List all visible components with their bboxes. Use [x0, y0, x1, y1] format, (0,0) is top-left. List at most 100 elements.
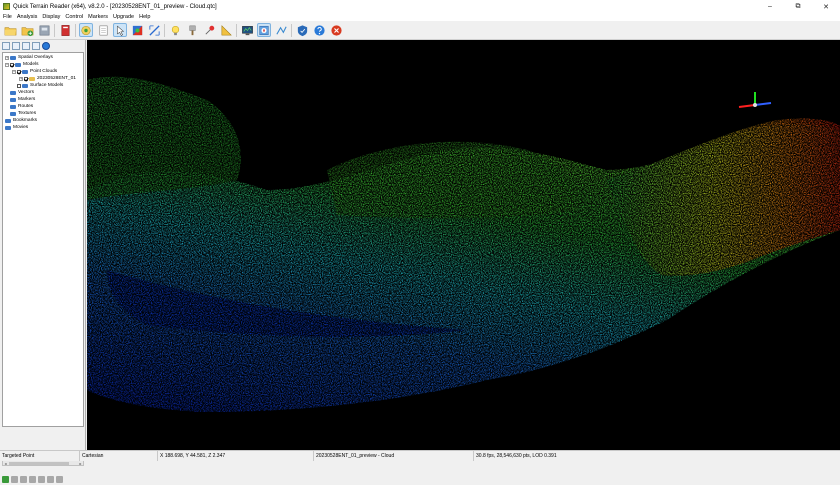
measure-icon — [148, 24, 160, 36]
lighting-button[interactable] — [168, 23, 182, 37]
open-folder-button[interactable] — [3, 23, 17, 37]
folder-icon — [10, 111, 16, 116]
file-icon — [39, 25, 49, 35]
menu-help[interactable]: Help — [139, 14, 150, 20]
path-icon — [275, 26, 287, 34]
add-folder-button[interactable] — [20, 23, 34, 37]
models-checkbox[interactable] — [10, 62, 14, 67]
gizmo-center[interactable] — [753, 103, 757, 107]
tree-item-label: Markers — [18, 97, 36, 102]
menu-upgrade[interactable]: Upgrade — [113, 14, 134, 20]
panel-move-up-icon[interactable] — [11, 476, 18, 483]
tree-item-label: Vectors — [18, 90, 34, 95]
surface-models-checkbox[interactable] — [17, 83, 21, 88]
tree-item-dataset[interactable]: + 20230528ENT_01 — [19, 75, 76, 82]
ruler-icon — [221, 24, 232, 35]
monitor-icon — [241, 25, 253, 35]
status-render-stats: 30.8 fps, 28,546,630 pts, LOD 0.391 — [476, 453, 557, 459]
help-button[interactable] — [312, 23, 326, 37]
pointer-button[interactable] — [113, 23, 127, 37]
folder-icon — [10, 90, 16, 95]
menu-display[interactable]: Display — [42, 14, 60, 20]
panel-info-icon[interactable] — [42, 42, 50, 50]
tree-item-vectors[interactable]: Vectors — [10, 89, 34, 96]
status-dataset: 20230528ENT_01_preview - Cloud — [314, 451, 474, 461]
compass-button[interactable] — [257, 23, 271, 37]
tree-item-models[interactable]: − Models — [5, 61, 38, 68]
panel-move-down-icon[interactable] — [20, 476, 27, 483]
palette-icon — [132, 25, 142, 35]
tree-item-point-clouds[interactable]: − Point Clouds — [12, 68, 57, 75]
panel-export-icon[interactable] — [47, 476, 54, 483]
panel-view-icon[interactable] — [2, 42, 10, 50]
shield-button[interactable] — [295, 23, 309, 37]
menu-file[interactable]: File — [3, 14, 12, 20]
monitor-button[interactable] — [240, 23, 254, 37]
panel-properties-icon[interactable] — [38, 476, 45, 483]
brush-button[interactable] — [185, 23, 199, 37]
page-button[interactable] — [96, 23, 110, 37]
folder-icon — [10, 104, 16, 109]
compass-icon — [259, 25, 269, 35]
tree-item-label: Textures — [18, 111, 37, 116]
expand-icon[interactable]: + — [19, 76, 23, 81]
panel-copy-icon[interactable] — [32, 42, 40, 50]
tree-item-textures[interactable]: Textures — [10, 110, 36, 117]
folder-icon — [10, 97, 16, 102]
panel-close-icon[interactable] — [56, 476, 63, 483]
point-cloud-viewport[interactable] — [87, 40, 840, 450]
panel-add-icon[interactable] — [22, 42, 30, 50]
hand-icon — [81, 25, 91, 35]
pin-icon — [204, 25, 214, 35]
file-button[interactable] — [37, 23, 51, 37]
stop-button[interactable] — [329, 23, 343, 37]
collapse-icon[interactable]: − — [12, 69, 16, 74]
scroll-right-icon[interactable]: ▸ — [78, 461, 83, 466]
palette-button[interactable] — [130, 23, 144, 37]
tree-item-label: Models — [23, 62, 39, 67]
point-cloud-canvas[interactable] — [87, 40, 840, 450]
add-folder-icon — [21, 26, 33, 36]
collapse-icon[interactable]: − — [5, 62, 9, 67]
ruler-button[interactable] — [219, 23, 233, 37]
panel-toolbar — [2, 42, 52, 51]
point-clouds-checkbox[interactable] — [17, 69, 21, 74]
minimize-button[interactable]: – — [756, 0, 784, 13]
menu-analysis[interactable]: Analysis — [17, 14, 37, 20]
tree-item-bookmarks[interactable]: Bookmarks — [5, 117, 37, 124]
scroll-left-icon[interactable]: ◂ — [3, 461, 8, 466]
tree-item-markers[interactable]: Markers — [10, 96, 35, 103]
maximize-button[interactable]: ⧉ — [784, 0, 812, 13]
status-bar: Targeted Point Cartesian X 188.698, Y 44… — [0, 450, 840, 461]
tree-item-surface-models[interactable]: Surface Models — [17, 82, 63, 89]
panel-list-icon[interactable] — [12, 42, 20, 50]
tree-item-label: Point Clouds — [30, 69, 58, 74]
layer-tree: + Spatial Overlays − Models − Point Clou… — [2, 52, 84, 427]
book-button[interactable] — [58, 23, 72, 37]
hand-tool-button[interactable] — [79, 23, 93, 37]
toolbar-separator — [291, 23, 292, 37]
stop-icon — [330, 24, 342, 36]
cloud-file-icon — [29, 76, 35, 81]
close-button[interactable]: ✕ — [812, 0, 840, 13]
folder-icon — [15, 62, 21, 67]
window-controls: – ⧉ ✕ — [756, 0, 840, 13]
scroll-thumb[interactable] — [9, 462, 69, 465]
panel-delete-icon[interactable] — [29, 476, 36, 483]
toolbar-separator — [164, 23, 165, 37]
tree-item-label: Bookmarks — [13, 118, 37, 123]
pin-button[interactable] — [202, 23, 216, 37]
panel-refresh-icon[interactable] — [2, 476, 9, 483]
tree-item-label: Spatial Overlays — [18, 55, 53, 60]
lightbulb-icon — [171, 25, 179, 35]
menu-control[interactable]: Control — [65, 14, 83, 20]
dataset-checkbox[interactable] — [24, 76, 28, 81]
menu-markers[interactable]: Markers — [88, 14, 108, 20]
measure-button[interactable] — [147, 23, 161, 37]
tree-item-routes[interactable]: Routes — [10, 103, 33, 110]
path-button[interactable] — [274, 23, 288, 37]
expand-icon[interactable]: + — [5, 55, 9, 60]
tree-item-spatial-overlays[interactable]: + Spatial Overlays — [5, 54, 53, 61]
tree-item-movies[interactable]: Movies — [5, 124, 28, 131]
tree-item-label: Routes — [18, 104, 34, 109]
